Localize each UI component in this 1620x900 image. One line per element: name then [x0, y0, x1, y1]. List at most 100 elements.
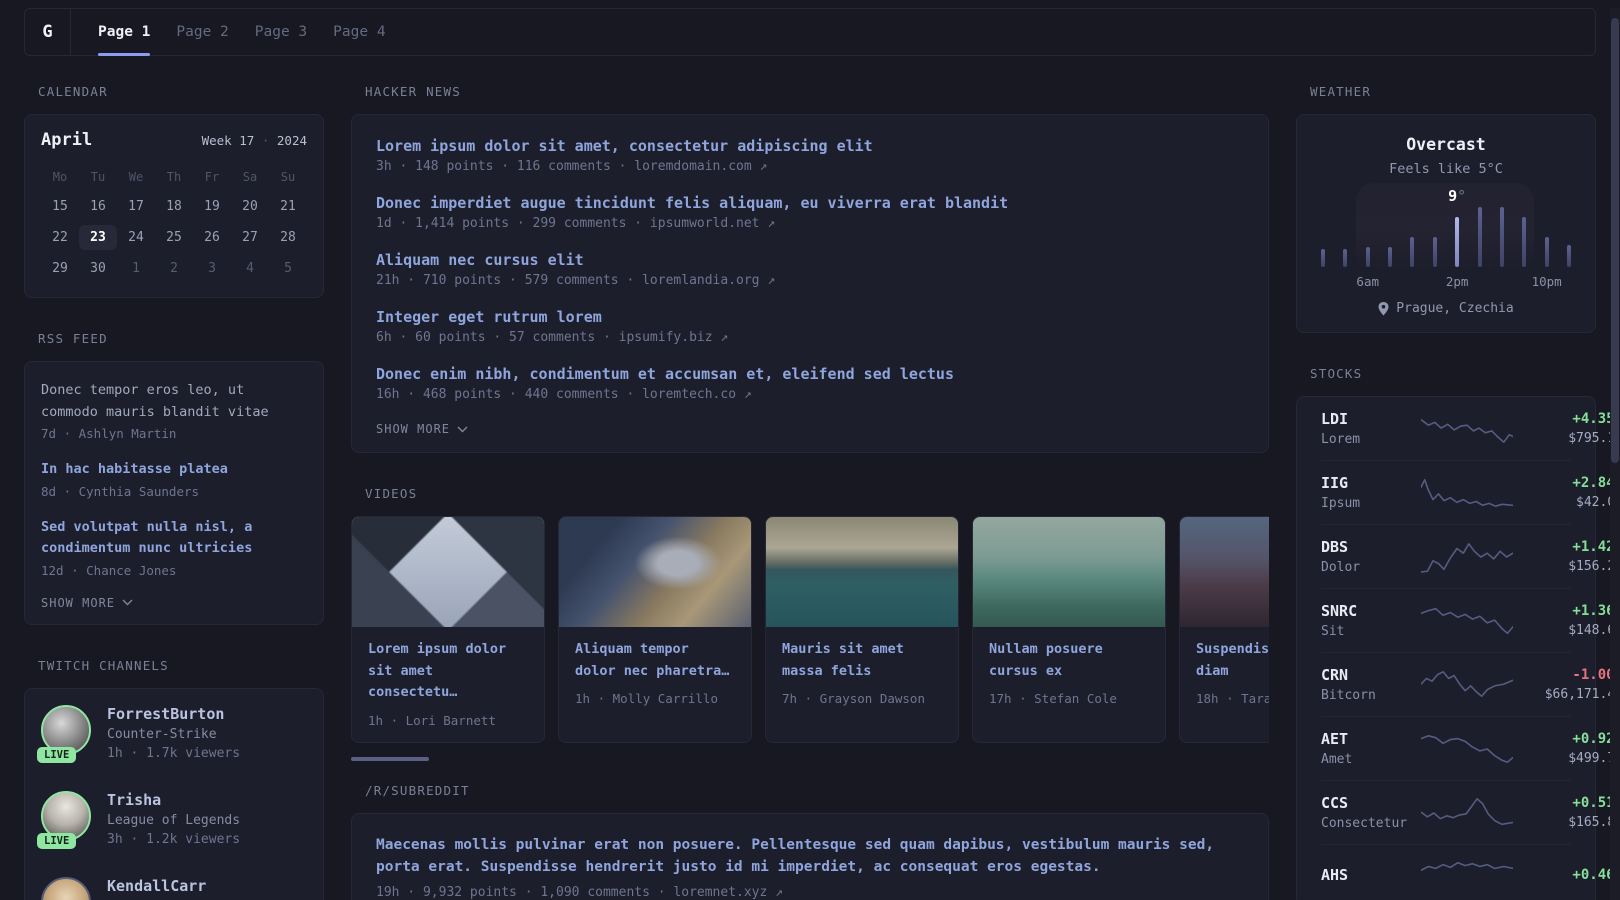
stock-name: Ipsum	[1321, 496, 1361, 511]
right-column: WEATHER Overcast Feels like 5°C 9° 6am 2p…	[1296, 84, 1620, 900]
carousel-scroll-indicator[interactable]	[351, 756, 429, 761]
external-link-icon: ↗	[743, 387, 752, 402]
degree-symbol: °	[1457, 187, 1467, 205]
twitch-channel-name[interactable]: ForrestBurton	[107, 705, 240, 723]
hacker-news-item: Donec imperdiet augue tincidunt felis al…	[376, 194, 1244, 231]
video-thumbnail-boat-wake-city-skyline[interactable]	[766, 517, 958, 627]
calendar-header: April Week 17 · 2024	[41, 130, 307, 150]
video-title[interactable]: Lorem ipsum dolor sit amet consectetu…	[368, 639, 528, 704]
twitch-card: LIVE ForrestBurton Counter-Strike 1h · 1.7k…	[24, 687, 324, 900]
rss-show-more-button[interactable]: SHOW MORE	[41, 596, 307, 610]
stock-symbol-block: SNRC Sit	[1321, 602, 1421, 639]
page-scrollbar	[1610, 8, 1620, 900]
twitch-channel-name[interactable]: KendallCarr	[107, 877, 206, 895]
video-meta: 1h · Molly Carrillo	[575, 691, 718, 707]
map-pin-icon	[1378, 301, 1389, 315]
weather-bar	[1388, 247, 1393, 267]
stock-price: $148.64	[1568, 623, 1620, 638]
hacker-news-show-more-button[interactable]: SHOW MORE	[376, 422, 1244, 436]
video-thumbnail-hands-vintage-camera[interactable]	[559, 517, 751, 627]
twitch-channel-row[interactable]: LIVE ForrestBurton Counter-Strike 1h · 1.7k…	[37, 704, 307, 763]
stock-sparkline	[1421, 796, 1513, 830]
weather-bar	[1410, 237, 1415, 267]
rss-feed-item: Donec tempor eros leo, ut commodo mauris…	[41, 380, 307, 441]
video-thumbnail-dark-field-silhouette[interactable]	[1180, 517, 1269, 627]
rss-item-title[interactable]: Sed volutpat nulla nisl, a condimentum n…	[41, 517, 307, 560]
video-thumbnail-canoe-foggy-lake[interactable]	[973, 517, 1165, 627]
stock-symbol: LDI	[1321, 410, 1349, 428]
stock-row[interactable]: CCS Consectetur +0.51% $165.84	[1321, 780, 1620, 844]
stock-sparkline	[1421, 412, 1513, 446]
reddit-post-meta: 19h · 9,932 points · 1,090 comments · lo…	[376, 885, 1244, 900]
sparkline-chart	[1421, 670, 1513, 697]
twitch-channel-row[interactable]: KendallCarr	[41, 876, 307, 900]
rss-item-title[interactable]: In hac habitasse platea	[41, 459, 307, 481]
page-tabs: Page 1 Page 2 Page 3 Page 4	[71, 9, 399, 56]
calendar-day: 24	[128, 230, 144, 245]
video-card[interactable]: Aliquam tempor dolor nec pharetra… 1h · M…	[558, 516, 752, 743]
stock-change-percent: +1.36%	[1572, 603, 1620, 619]
tab-page-3[interactable]: Page 3	[255, 9, 307, 55]
stock-symbol-block: CRN Bitcorn	[1321, 666, 1421, 703]
external-link-icon: ↗	[775, 884, 783, 900]
stock-row[interactable]: DBS Dolor +1.42% $156.28	[1321, 524, 1620, 588]
hacker-news-item: Integer eget rutrum lorem 6h · 60 points …	[376, 308, 1244, 345]
video-card[interactable]: Suspendisse diam 18h · Tara	[1179, 516, 1269, 743]
sparkline-chart	[1421, 797, 1513, 825]
video-title[interactable]: Nullam posuere cursus ex	[989, 639, 1149, 682]
stock-row[interactable]: CRN Bitcorn -1.00% $66,171.48	[1321, 652, 1620, 716]
section-title-twitch: TWITCH CHANNELS	[38, 657, 169, 673]
hacker-news-title[interactable]: Lorem ipsum dolor sit amet, consectetur …	[376, 137, 1244, 155]
tab-page-4[interactable]: Page 4	[333, 9, 385, 55]
hacker-news-meta: 3h · 148 points · 116 comments · loremdo…	[376, 159, 768, 174]
stock-row[interactable]: SNRC Sit +1.36% $148.64	[1321, 588, 1620, 652]
twitch-section: TWITCH CHANNELS LIVE ForrestBurton Counter…	[24, 658, 324, 900]
video-title[interactable]: Mauris sit amet massa felis	[782, 639, 942, 682]
stock-row[interactable]: AHS +0.46%	[1321, 844, 1620, 900]
section-title-subreddit: /R/SUBREDDIT	[365, 782, 470, 798]
calendar-weekday: Fr	[204, 170, 220, 184]
video-thumbnail-memorial-pillars-sky[interactable]	[352, 517, 544, 627]
hacker-news-meta: 6h · 60 points · 57 comments · ipsumify.…	[376, 330, 729, 345]
twitch-channel-row[interactable]: LIVE Trisha League of Legends 3h · 1.2k vie…	[37, 790, 307, 849]
twitch-channel-name[interactable]: Trisha	[107, 791, 240, 809]
calendar-day: 1	[132, 261, 140, 276]
scrollbar-thumb[interactable]	[1611, 18, 1619, 463]
reddit-post-title[interactable]: Maecenas mollis pulvinar erat non posuer…	[376, 834, 1244, 879]
stock-price: $156.28	[1568, 559, 1620, 574]
calendar-day: 18	[166, 199, 182, 214]
stock-sparkline	[1421, 732, 1513, 766]
video-title[interactable]: Aliquam tempor dolor nec pharetra…	[575, 639, 735, 682]
calendar-day: 19	[204, 199, 220, 214]
hacker-news-title[interactable]: Donec imperdiet augue tincidunt felis al…	[376, 194, 1244, 212]
calendar-day-selected: 23	[79, 225, 117, 250]
video-card[interactable]: Mauris sit amet massa felis 7h · Grayson …	[765, 516, 959, 743]
video-title[interactable]: Suspendisse diam	[1196, 639, 1269, 682]
stock-symbol: DBS	[1321, 538, 1349, 556]
stock-row[interactable]: LDI Lorem +4.35% $795.18	[1321, 397, 1620, 460]
calendar-day: 27	[242, 230, 258, 245]
stocks-section: STOCKS LDI Lorem +4.35% $795.18 IIG Ipsum +2.8…	[1296, 366, 1620, 900]
calendar-card: April Week 17 · 2024 Mo Tu We Th Fr Sa Su 15 16 1…	[24, 114, 324, 298]
stock-row[interactable]: AET Amet +0.92% $499.72	[1321, 716, 1620, 780]
weather-bar	[1566, 245, 1571, 267]
weather-hourly-chart: 9° 6am 2pm 10pm	[1321, 183, 1571, 289]
weather-card: Overcast Feels like 5°C 9° 6am 2pm 10pm Pr…	[1296, 114, 1596, 333]
stock-row[interactable]: IIG Ipsum +2.84% $42.04	[1321, 460, 1620, 524]
stock-name: Bitcorn	[1321, 688, 1376, 703]
hacker-news-title[interactable]: Integer eget rutrum lorem	[376, 308, 1244, 326]
rss-item-title[interactable]: Donec tempor eros leo, ut commodo mauris…	[41, 380, 307, 423]
stock-name: Consectetur	[1321, 816, 1408, 831]
stock-price-block: +1.42% $156.28	[1513, 539, 1620, 574]
app-header: G Page 1 Page 2 Page 3 Page 4	[24, 8, 1596, 56]
tab-page-1[interactable]: Page 1	[98, 9, 151, 56]
calendar-day: 17	[128, 199, 144, 214]
rss-item-meta: 7d · Ashlyn Martin	[41, 426, 177, 442]
hacker-news-title[interactable]: Donec enim nibh, condimentum et accumsan…	[376, 365, 1244, 383]
video-card[interactable]: Lorem ipsum dolor sit amet consectetu… 1h…	[351, 516, 545, 743]
hacker-news-meta: 1d · 1,414 points · 299 comments · ipsum…	[376, 216, 776, 231]
tab-page-2[interactable]: Page 2	[176, 9, 228, 55]
hacker-news-title[interactable]: Aliquam nec cursus elit	[376, 251, 1244, 269]
sparkline-chart	[1421, 607, 1513, 634]
video-card[interactable]: Nullam posuere cursus ex 17h · Stefan Col…	[972, 516, 1166, 743]
